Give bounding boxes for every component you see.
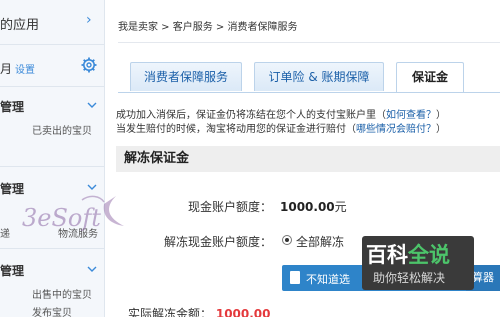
breadcrumb-current: 消费者保障服务: [227, 22, 298, 33]
cash-account-value: 1000.00元: [280, 198, 347, 215]
tab-consumer-protection[interactable]: 消费者保障服务: [130, 62, 242, 91]
tab-deposit[interactable]: 保证金: [396, 62, 464, 93]
breadcrumb-separator: >: [212, 22, 228, 33]
sidebar-item-on-sale[interactable]: 出售中的宝贝: [32, 286, 92, 301]
tip-text: 不知道选: [306, 273, 350, 286]
sidebar-divider: [0, 44, 104, 45]
sidebar-top-label: 的应用: [0, 18, 40, 33]
breadcrumb-seller[interactable]: 我是卖家: [118, 22, 158, 33]
breadcrumb-service[interactable]: 客户服务: [173, 22, 213, 33]
notice-line-1: 成功加入消保后，保证金仍将冻结在您个人的支付宝账户里（如何查看？）: [116, 109, 446, 123]
sidebar-divider: [0, 166, 104, 167]
sidebar-divider: [0, 86, 104, 87]
actual-unfreeze-label: 实际解冻金额：: [128, 307, 213, 317]
sidebar-settings-link[interactable]: 设置: [15, 61, 35, 76]
notice-text: ）: [436, 124, 446, 135]
section-title: 解冻保证金: [116, 146, 500, 172]
baike-title-part: 全说: [408, 243, 450, 267]
chevron-down-icon[interactable]: [87, 264, 97, 274]
actual-unfreeze-row: 实际解冻金额： 1000.00: [128, 305, 271, 317]
tab-bar: 消费者保障服务 订单险 & 账期保障 保证金: [118, 62, 500, 93]
breadcrumb: 我是卖家 > 客户服务 > 消费者保障服务: [118, 18, 298, 33]
sidebar-group-title[interactable]: 管理: [0, 262, 24, 279]
notice-text: ）: [436, 110, 446, 121]
gear-icon[interactable]: [81, 57, 97, 73]
tab-baseline: [118, 92, 500, 93]
deposit-notice: 成功加入消保后，保证金仍将冻结在您个人的支付宝账户里（如何查看？） 当发生赔付的…: [116, 109, 446, 137]
cash-unit: 元: [334, 200, 347, 214]
notice-text: 当发生赔付的时候，淘宝将动用您的保证金进行赔付（: [116, 124, 356, 135]
page-root: 的应用 › 月 设置 管理 已卖出的宝贝 管理 物流服务 递 管理 出售中的宝贝…: [0, 0, 500, 317]
sidebar-item-sold[interactable]: 已卖出的宝贝: [32, 122, 92, 137]
sidebar-group-title[interactable]: 管理: [0, 98, 24, 115]
sidebar-sub-label: 月: [0, 62, 13, 76]
how-to-view-link[interactable]: 如何查看？: [386, 110, 436, 121]
sidebar: 的应用 › 月 设置 管理 已卖出的宝贝 管理 物流服务 递 管理 出售中的宝贝…: [0, 0, 105, 317]
breadcrumb-divider: [118, 42, 500, 43]
calculator-icon: [290, 271, 300, 284]
sidebar-item-publish[interactable]: 发布宝贝: [32, 304, 72, 317]
option-unfreeze-all-label[interactable]: 全部解冻: [296, 233, 344, 250]
watermark-logo-text: 3eSoft: [22, 204, 101, 232]
radio-unfreeze-all[interactable]: [282, 235, 292, 245]
compensation-cases-link[interactable]: 哪些情况会赔付？: [356, 124, 436, 135]
notice-text: 成功加入消保后，保证金仍将冻结在您个人的支付宝账户里（: [116, 110, 386, 121]
actual-unfreeze-value: 1000.00: [215, 307, 271, 317]
unfreeze-amount-label: 解冻现金账户额度：: [163, 235, 272, 249]
baike-title-part: 百科: [366, 243, 408, 267]
sidebar-item-partial[interactable]: 递: [0, 225, 10, 240]
sidebar-divider: [0, 248, 104, 249]
notice-line-2: 当发生赔付的时候，淘宝将动用您的保证金进行赔付（哪些情况会赔付？）: [116, 123, 446, 137]
breadcrumb-separator: >: [158, 22, 173, 33]
chevron-right-icon[interactable]: ›: [86, 12, 92, 28]
baike-watermark-subtitle: 助你轻松解决: [373, 271, 446, 285]
baike-watermark: 百科全说 助你轻松解决: [362, 236, 474, 290]
tab-order-insurance[interactable]: 订单险 & 账期保障: [254, 62, 384, 91]
cash-amount: 1000.00: [280, 200, 335, 214]
cash-account-label: 现金账户额度：: [187, 200, 272, 214]
baike-watermark-title: 百科全说: [366, 239, 450, 269]
chevron-down-icon[interactable]: [87, 100, 97, 110]
